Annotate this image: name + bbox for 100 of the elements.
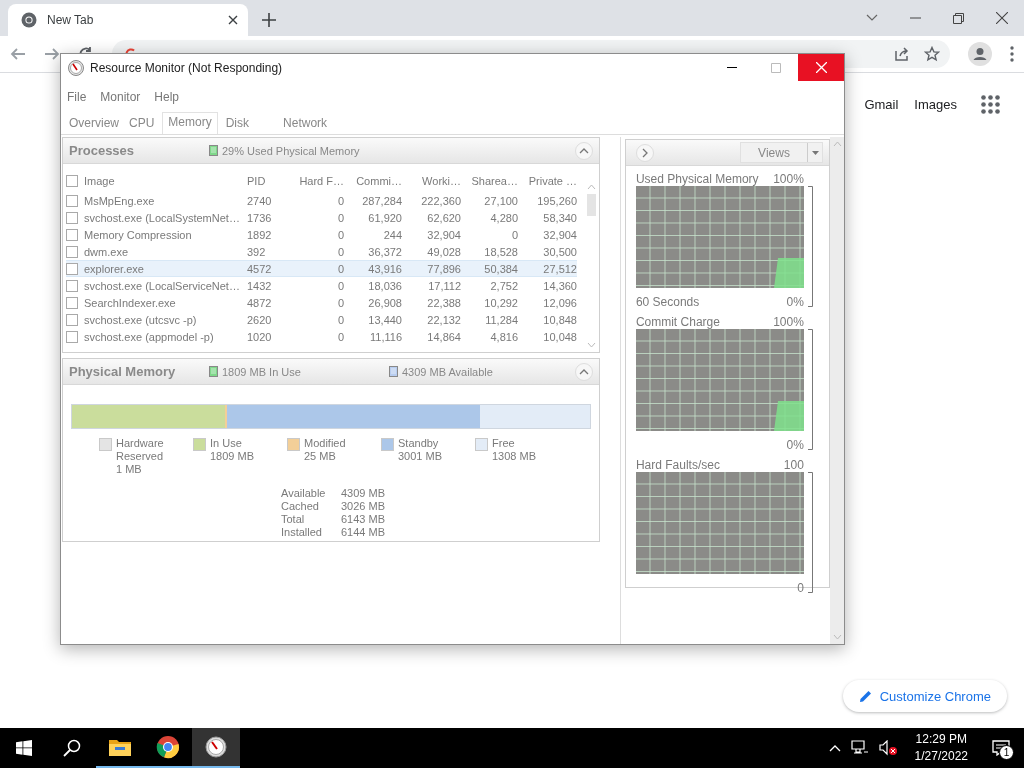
collapse-icon[interactable] [574,362,593,381]
tab[interactable]: Network [279,113,332,134]
close-button[interactable] [798,54,844,81]
expand-icon[interactable] [635,143,654,162]
checkbox[interactable] [66,296,78,309]
scroll-thumb[interactable] [587,194,597,216]
table-row[interactable]: svchost.exe (LocalServiceNet… 1432 0 18,036 17,112 2,752 14,360 [66,277,577,294]
table-cell-text: 0 [336,330,344,343]
table-cell-text: 0 [336,211,344,224]
table-cell-text: svchost.exe (LocalSystemNet… [84,211,241,224]
search-icon[interactable] [63,739,81,757]
close-icon[interactable] [228,15,238,25]
table-cell-text: 12,096 [542,296,577,309]
apps-grid-icon[interactable] [981,95,1000,114]
checkbox[interactable] [66,330,78,343]
summary-label: Available [281,487,327,500]
folder-icon[interactable] [109,738,131,756]
back-icon[interactable] [10,46,26,62]
table-cell-text: dwm.exe [84,245,130,258]
column-header[interactable]: Hard F… [299,175,344,187]
browser-logo-icon[interactable] [156,735,180,759]
table-cell-text: 1736 [247,211,273,224]
menu-item[interactable]: File [67,90,87,104]
scroll-up-icon[interactable] [587,184,597,190]
reload-icon[interactable] [78,46,94,53]
notification-icon[interactable] [992,740,1010,756]
column-header[interactable]: PID [247,175,266,187]
volume-muted-icon[interactable] [878,740,897,756]
more-icon[interactable] [1010,46,1014,62]
table-cell-text: 14,360 [542,279,577,292]
star-icon[interactable] [924,46,940,62]
restore-icon[interactable] [953,12,964,24]
column-header[interactable]: Private … [528,175,577,187]
table-row[interactable]: Memory Compression 1892 0 244 32,904 0 32,904 [66,226,577,243]
new-tab-icon[interactable] [262,13,276,27]
checkbox[interactable] [66,194,78,207]
table-cell-text: 1432 [247,279,273,292]
header-link[interactable]: Gmail [864,97,899,112]
checkbox[interactable] [66,245,78,258]
column-header[interactable]: Worki… [422,175,461,187]
chevron-up-icon[interactable] [828,744,841,752]
menu-item[interactable]: Monitor [100,90,141,104]
summary-value: 4309 MB [341,487,387,500]
checkbox[interactable] [66,175,78,187]
customize-button[interactable]: Customize Chrome [842,680,1007,712]
table-cell-text: 50,384 [483,262,518,275]
forward-icon[interactable] [44,46,60,62]
tab[interactable]: CPU [125,113,159,134]
table-row[interactable]: explorer.exe 4572 0 43,916 77,896 50,384 27,512 [66,260,577,277]
checkbox[interactable] [66,279,78,292]
summary-label: Total [281,513,306,526]
browser-tab[interactable]: New Tab [8,4,248,36]
menu-item[interactable]: Help [154,90,180,104]
close-icon[interactable] [996,12,1008,24]
summary-value: 6144 MB [341,526,387,539]
summary-label: Cached [281,500,320,513]
table-row[interactable]: svchost.exe (LocalSystemNet… 1736 0 61,920 62,620 4,280 58,340 [66,209,577,226]
table-cell-text: MsMpEng.exe [84,194,156,207]
table-row[interactable]: svchost.exe (appmodel -p) 1020 0 11,116 14,864 4,816 10,048 [66,328,577,345]
checkbox[interactable] [66,313,78,326]
table-cell-text: 4,816 [489,330,518,343]
network-icon[interactable] [850,740,869,756]
table-cell-text: 0 [336,228,344,241]
table-cell-text: 22,132 [426,313,461,326]
collapse-icon[interactable] [574,141,593,160]
header-link[interactable]: Images [914,97,957,112]
memory-in-use-label: 1809 MB In Use [222,365,301,378]
chevron-down-icon[interactable] [866,14,878,22]
table-row[interactable]: MsMpEng.exe 2740 0 287,284 222,360 27,100 195,260 [66,192,577,209]
gauge-icon[interactable] [205,736,227,758]
checkbox[interactable] [66,262,78,275]
clock[interactable]: 12:29 PM 1/27/2022 [914,731,968,765]
tab[interactable]: Overview [65,113,123,134]
checkbox[interactable] [66,211,78,224]
windows-icon[interactable] [16,740,32,756]
table-cell-text: 22,388 [426,296,461,309]
profile-icon[interactable] [968,42,992,66]
graph-axis-label: 60 Seconds [635,295,700,309]
table-cell-text: 0 [336,313,344,326]
share-icon[interactable] [894,46,910,62]
table-row[interactable]: SearchIndexer.exe 4872 0 26,908 22,388 10,292 12,096 [66,294,577,311]
table-row[interactable]: dwm.exe 392 0 36,372 49,028 18,528 30,500 [66,243,577,260]
table-cell-text: 14,864 [426,330,461,343]
memory-meter-icon [389,366,398,377]
pencil-icon [858,689,872,703]
summary-label: Installed [281,526,323,539]
column-header[interactable]: Image [84,175,115,187]
table-row[interactable]: svchost.exe (utcsvc -p) 2620 0 13,440 22,132 11,284 10,848 [66,311,577,328]
tab[interactable]: Memory [162,112,218,134]
scroll-down-icon[interactable] [587,342,597,348]
legend-label: Standby [398,437,440,450]
checkbox[interactable] [66,228,78,241]
summary-value: 3026 MB [341,500,387,513]
column-header[interactable]: Sharea… [471,175,518,187]
views-button[interactable]: Views [740,142,823,163]
table-cell-text: 10,292 [483,296,518,309]
tab[interactable]: Disk [221,113,254,134]
column-header[interactable]: Commi… [356,175,402,187]
table-cell-text: 4,280 [489,211,518,224]
dropdown-icon [811,150,819,155]
